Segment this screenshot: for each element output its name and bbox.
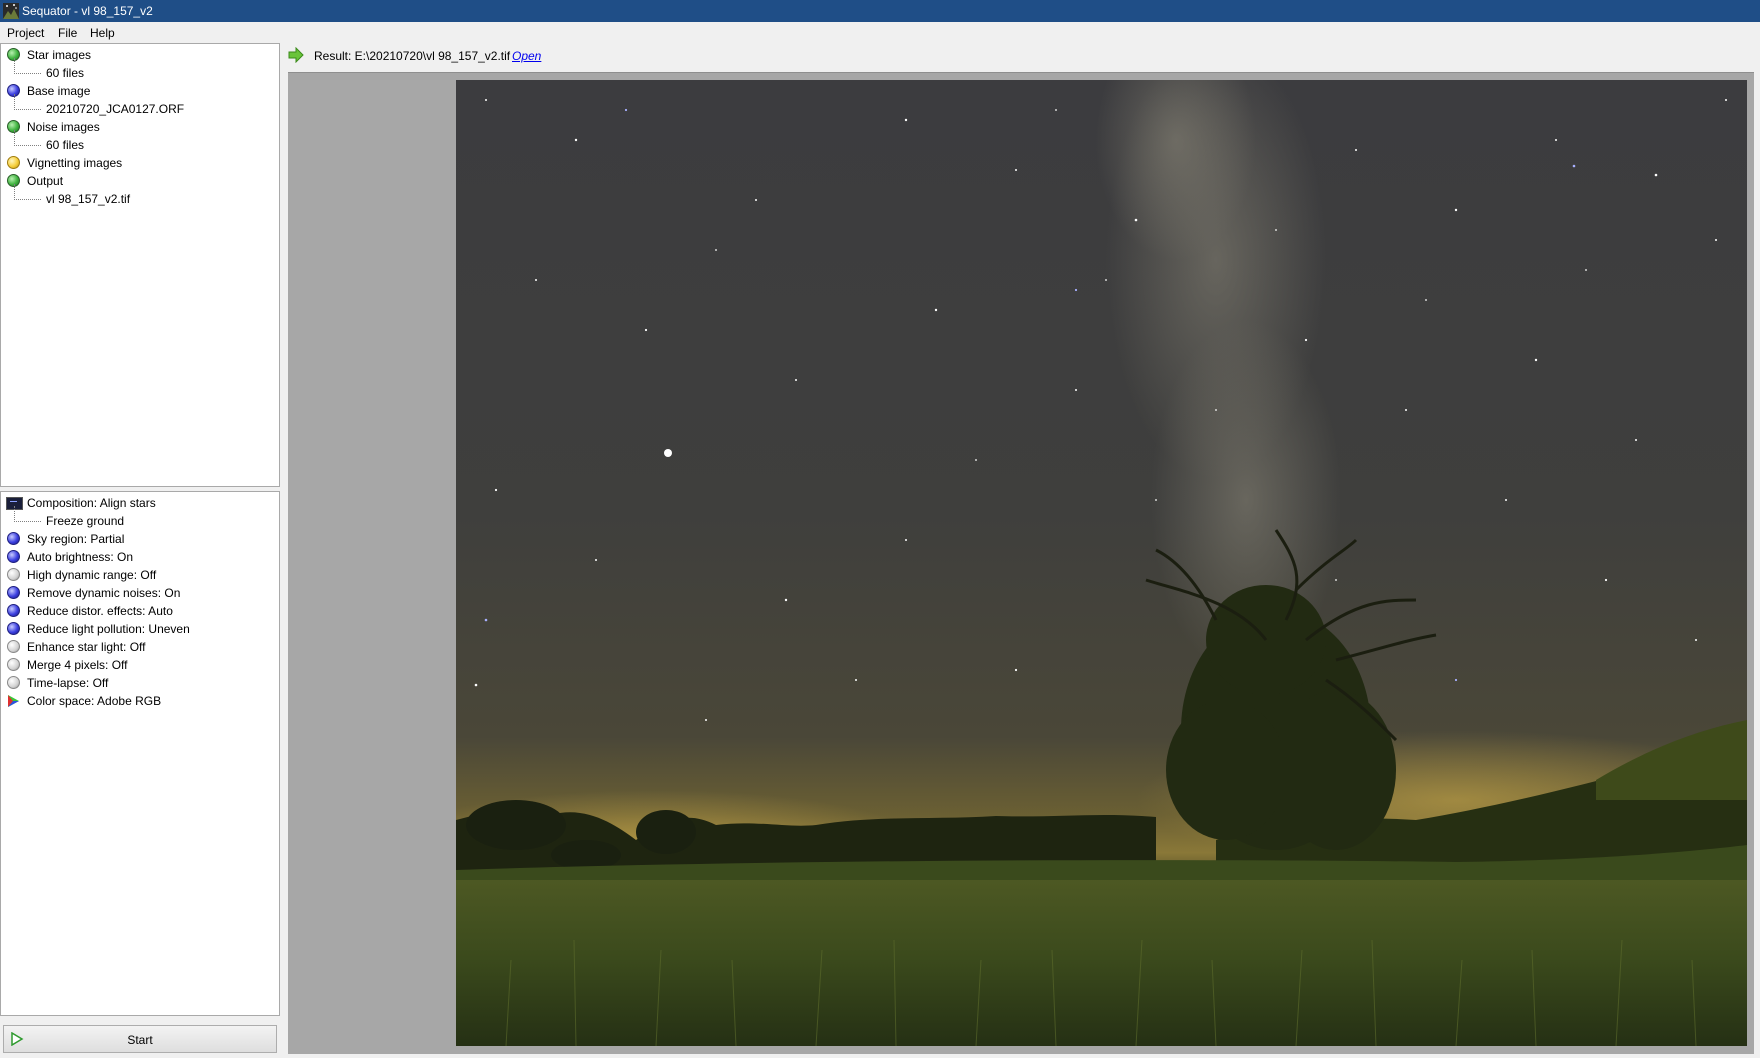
status-gray-icon: [7, 568, 20, 581]
tree-connector: [14, 58, 41, 74]
arrow-right-icon: [288, 47, 304, 63]
setting-label: Remove dynamic noises: On: [27, 586, 181, 600]
result-image-preview[interactable]: [456, 80, 1747, 1046]
setting-label: Sky region: Partial: [27, 532, 125, 546]
setting-label: High dynamic range: Off: [27, 568, 157, 582]
tree-child-label: 60 files: [46, 138, 85, 152]
open-link[interactable]: Open: [512, 49, 541, 63]
setting-label: Reduce light pollution: Uneven: [27, 622, 190, 636]
menu-bar: Project File Help: [0, 22, 1760, 42]
status-blue-icon: [7, 532, 20, 545]
setting-label: Enhance star light: Off: [27, 640, 146, 654]
tree-connector: [14, 506, 41, 522]
tree-connector: [14, 94, 41, 110]
title-bar: Sequator - vl 98_157_v2: [0, 0, 1760, 22]
tree-child-label: vl 98_157_v2.tif: [46, 192, 131, 206]
inputs-panel: Star images 60 files Base image 20210720…: [0, 43, 280, 487]
window-title: Sequator - vl 98_157_v2: [22, 4, 153, 18]
setting-label: Merge 4 pixels: Off: [27, 658, 128, 672]
menu-project[interactable]: Project: [7, 26, 44, 40]
window-bottom-edge: [0, 1054, 1760, 1058]
menu-help[interactable]: Help: [90, 26, 115, 40]
tree-item-label: Vignetting images: [27, 156, 123, 170]
status-gray-icon: [7, 640, 20, 653]
start-button[interactable]: Start: [3, 1025, 277, 1053]
status-yellow-icon: [7, 156, 20, 169]
status-blue-icon: [7, 604, 20, 617]
status-gray-icon: [7, 676, 20, 689]
status-gray-icon: [7, 658, 20, 671]
status-blue-icon: [7, 586, 20, 599]
setting-child-label: Freeze ground: [46, 514, 125, 528]
app-icon: [3, 3, 19, 19]
menu-file[interactable]: File: [58, 26, 77, 40]
result-path: Result: E:\20210720\vl 98_157_v2.tif: [314, 49, 511, 63]
color-space-icon: [8, 695, 19, 707]
tree-connector: [14, 184, 41, 200]
tree-child-label: 20210720_JCA0127.ORF: [46, 102, 185, 116]
setting-label: Color space: Adobe RGB: [27, 694, 162, 708]
status-blue-icon: [7, 550, 20, 563]
setting-label: Reduce distor. effects: Auto: [27, 604, 173, 618]
tree-connector: [14, 130, 41, 146]
settings-panel: Composition: Align stars Freeze ground S…: [0, 491, 280, 1016]
tree-child-label: 60 files: [46, 66, 85, 80]
start-button-label: Start: [127, 1033, 153, 1047]
status-blue-icon: [7, 622, 20, 635]
setting-label: Auto brightness: On: [27, 550, 134, 564]
setting-label: Composition: Align stars: [27, 496, 156, 510]
setting-label: Time-lapse: Off: [27, 676, 109, 690]
